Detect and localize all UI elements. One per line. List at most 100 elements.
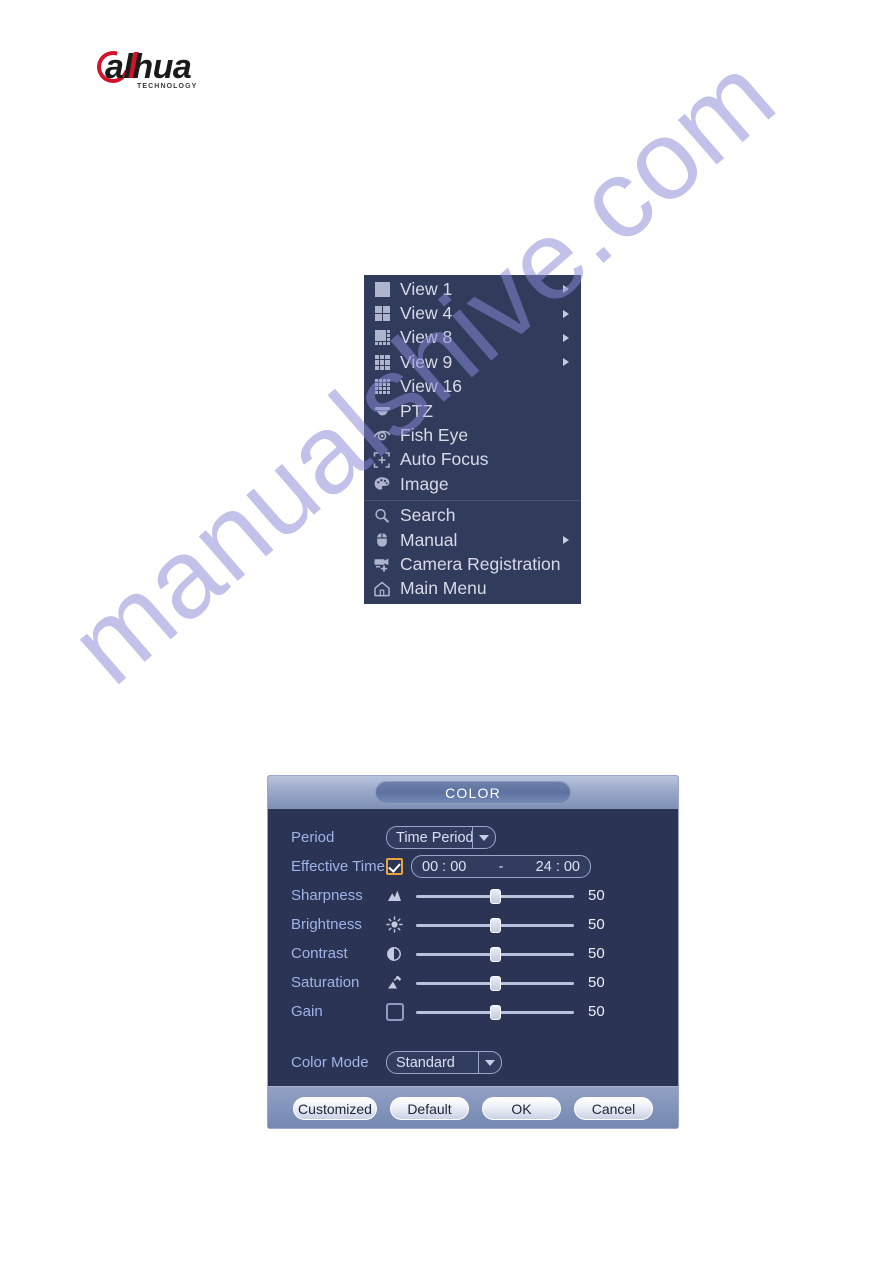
effective-time-start: 00 : 00	[422, 858, 467, 875]
brightness-slider[interactable]	[416, 916, 574, 934]
default-button[interactable]: Default	[390, 1097, 469, 1120]
chevron-right-icon	[563, 536, 569, 545]
slider-handle[interactable]	[490, 975, 501, 991]
menu-item-label: Fish Eye	[400, 425, 469, 446]
menu-item-view-1[interactable]: View 1	[364, 277, 581, 301]
effective-time-row: Effective Time 00 : 00 - 24 : 00	[268, 852, 678, 881]
gain-label: Gain	[291, 1003, 323, 1020]
logo-tagline: TECHNOLOGY	[137, 83, 198, 90]
saturation-icon	[386, 975, 412, 991]
color-mode-dropdown[interactable]: Standard	[386, 1051, 502, 1074]
menu-item-label: View 1	[400, 278, 453, 299]
logo-wordmark: alhua	[105, 48, 192, 86]
menu-item-view-8[interactable]: View 8	[364, 326, 581, 350]
chevron-right-icon	[563, 333, 569, 342]
chevron-right-icon	[563, 358, 569, 367]
menu-item-view-9[interactable]: View 9	[364, 350, 581, 374]
effective-time-end: 24 : 00	[535, 858, 580, 875]
brightness-label: Brightness	[291, 916, 362, 933]
color-mode-dropdown-value: Standard	[396, 1054, 455, 1071]
right-click-context-menu[interactable]: View 1 View 4 View 8 View 9 View 16 PTZ	[364, 275, 581, 605]
gain-value: 50	[588, 1003, 605, 1020]
camera-plus-icon	[373, 555, 391, 573]
magnifier-icon	[373, 507, 391, 525]
sharpness-icon	[386, 888, 412, 903]
effective-time-separator: -	[498, 858, 504, 875]
contrast-row: Contrast 50	[268, 939, 678, 968]
view-8-grid-icon	[373, 329, 391, 347]
ok-button[interactable]: OK	[482, 1097, 561, 1120]
menu-item-main-menu[interactable]: Main Menu	[364, 577, 581, 601]
dome-camera-icon	[373, 402, 391, 420]
home-icon	[373, 580, 391, 598]
slider-handle[interactable]	[490, 1004, 501, 1020]
effective-time-checkbox[interactable]	[386, 858, 403, 875]
dahua-logo: alhua TECHNOLOGY	[91, 45, 277, 94]
menu-item-search[interactable]: Search	[364, 504, 581, 528]
dialog-title-text: COLOR	[375, 781, 571, 804]
sharpness-row: Sharpness 50	[268, 881, 678, 910]
sharpness-value: 50	[588, 887, 605, 904]
period-dropdown[interactable]: Time Period 1	[386, 826, 496, 849]
menu-item-label: Image	[400, 473, 449, 494]
view-1-grid-icon	[373, 280, 391, 298]
contrast-value: 50	[588, 945, 605, 962]
saturation-slider[interactable]	[416, 974, 574, 992]
period-dropdown-value: Time Period 1	[396, 829, 472, 846]
palette-icon	[373, 475, 391, 493]
menu-item-label: Search	[400, 505, 456, 526]
gain-checkbox-wrap	[386, 1002, 412, 1021]
saturation-label: Saturation	[291, 974, 360, 991]
contrast-slider[interactable]	[416, 945, 574, 963]
dialog-title-bar: COLOR	[268, 776, 678, 809]
menu-separator	[364, 499, 581, 501]
contrast-label: Contrast	[291, 945, 348, 962]
menu-item-label: Main Menu	[400, 578, 487, 599]
slider-handle[interactable]	[490, 946, 501, 962]
gain-row: Gain 50	[268, 997, 678, 1026]
menu-item-label: Camera Registration	[400, 553, 561, 574]
menu-item-label: Manual	[400, 529, 458, 550]
cancel-button[interactable]: Cancel	[574, 1097, 653, 1120]
color-mode-label: Color Mode	[291, 1054, 369, 1071]
menu-item-auto-focus[interactable]: Auto Focus	[364, 448, 581, 472]
chevron-down-icon[interactable]	[478, 1052, 501, 1073]
period-row: Period Time Period 1	[268, 823, 678, 852]
brightness-value: 50	[588, 916, 605, 933]
chevron-down-icon[interactable]	[472, 827, 495, 848]
dialog-footer: Customized Default OK Cancel	[268, 1086, 678, 1128]
menu-item-label: View 8	[400, 327, 453, 348]
sharpness-slider[interactable]	[416, 887, 574, 905]
menu-item-image[interactable]: Image	[364, 472, 581, 496]
gain-slider[interactable]	[416, 1003, 574, 1021]
menu-item-view-4[interactable]: View 4	[364, 301, 581, 325]
menu-item-fish-eye[interactable]: Fish Eye	[364, 423, 581, 447]
view-9-grid-icon	[373, 353, 391, 371]
menu-item-manual[interactable]: Manual	[364, 528, 581, 552]
mouse-icon	[373, 531, 391, 549]
saturation-value: 50	[588, 974, 605, 991]
menu-item-label: View 9	[400, 351, 453, 372]
menu-item-ptz[interactable]: PTZ	[364, 399, 581, 423]
menu-item-view-16[interactable]: View 16	[364, 375, 581, 399]
layout-spacer	[268, 1026, 678, 1048]
effective-time-label: Effective Time	[291, 858, 385, 875]
customized-button[interactable]: Customized	[293, 1097, 377, 1120]
view-16-grid-icon	[373, 378, 391, 396]
menu-item-label: PTZ	[400, 400, 434, 421]
gain-checkbox[interactable]	[386, 1002, 404, 1021]
menu-item-label: View 4	[400, 303, 453, 324]
sharpness-label: Sharpness	[291, 887, 363, 904]
slider-handle[interactable]	[490, 917, 501, 933]
dialog-body: Period Time Period 1 Effective Time 00 :…	[268, 809, 678, 1086]
period-label: Period	[291, 829, 335, 846]
color-settings-dialog[interactable]: COLOR Period Time Period 1 Effective Tim…	[267, 775, 679, 1129]
menu-item-label: Auto Focus	[400, 449, 489, 470]
menu-item-camera-registration[interactable]: Camera Registration	[364, 552, 581, 576]
color-mode-row: Color Mode Standard	[268, 1048, 678, 1077]
saturation-row: Saturation 50	[268, 968, 678, 997]
chevron-right-icon	[563, 285, 569, 294]
effective-time-range-field[interactable]: 00 : 00 - 24 : 00	[411, 855, 591, 878]
focus-bracket-icon	[373, 451, 391, 469]
slider-handle[interactable]	[490, 888, 501, 904]
